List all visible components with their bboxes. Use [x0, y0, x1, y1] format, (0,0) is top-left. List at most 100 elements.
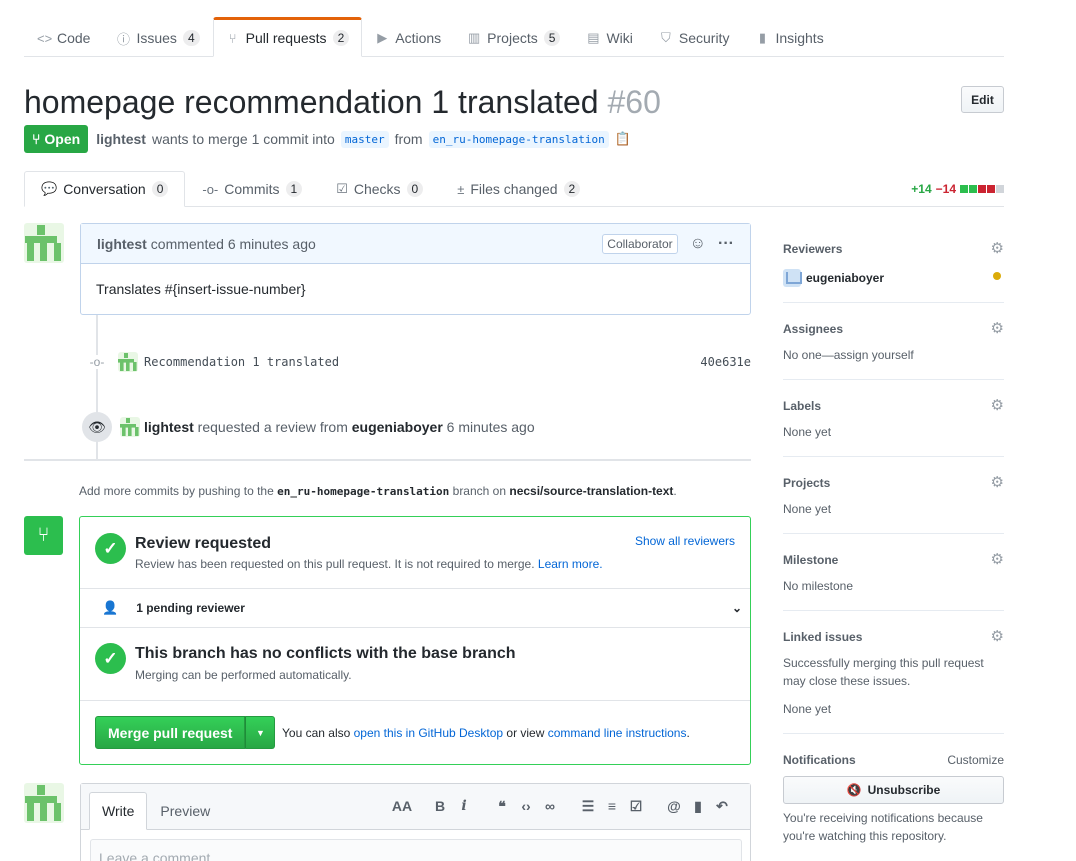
bookmark-icon[interactable]: ▮: [686, 798, 710, 815]
tasklist-icon[interactable]: ☑: [624, 798, 648, 815]
tab-label: Wiki: [606, 30, 633, 46]
comment-author[interactable]: lightest: [97, 236, 147, 252]
milestone-text: No milestone: [783, 579, 854, 593]
chevron-down-icon[interactable]: ⌄: [732, 601, 742, 615]
reviewers-heading[interactable]: Reviewers: [783, 242, 842, 256]
tab-pull-requests[interactable]: ⑂ Pull requests 2: [212, 17, 363, 57]
quote-icon[interactable]: ❝: [490, 798, 514, 815]
pr-meta: ⑂ Open lightest wants to merge 1 commit i…: [24, 125, 631, 153]
gear-icon[interactable]: ⚙: [991, 550, 1004, 568]
tab-counter: 2: [563, 181, 581, 197]
tab-insights[interactable]: ▮ Insights: [742, 17, 836, 57]
avatar[interactable]: [24, 223, 64, 263]
tab-label: Code: [57, 30, 91, 46]
commit-row: -o- Recommendation 1 translated 40e631e: [88, 352, 751, 372]
assignees-heading[interactable]: Assignees: [783, 322, 843, 336]
edit-button[interactable]: Edit: [961, 86, 1004, 113]
text-size-icon[interactable]: AA: [390, 798, 414, 815]
event-reviewer[interactable]: eugeniaboyer: [352, 419, 443, 435]
github-desktop-link[interactable]: open this in GitHub Desktop: [354, 726, 503, 740]
customize-link[interactable]: Customize: [947, 753, 1004, 767]
sidebar-projects: Projects ⚙ None yet: [783, 457, 1004, 534]
pr-tabs: 💬 Conversation 0 -o- Commits 1 ☑ Checks 0 ± Files …: [24, 171, 1004, 207]
milestone-heading[interactable]: Milestone: [783, 553, 838, 567]
tab-checks[interactable]: ☑ Checks 0: [319, 171, 440, 207]
tab-conversation[interactable]: 💬 Conversation 0: [24, 171, 186, 207]
reply-icon[interactable]: ↶: [710, 798, 734, 815]
link-icon[interactable]: ∞: [538, 798, 562, 815]
shield-icon: ⛉: [660, 30, 671, 45]
learn-more-link[interactable]: Learn more.: [538, 557, 603, 571]
projects-heading[interactable]: Projects: [783, 476, 830, 490]
pending-reviewers-row[interactable]: 👤 1 pending reviewer ⌄: [80, 589, 750, 628]
tab-files-changed[interactable]: ± Files changed 2: [440, 171, 597, 207]
merge-pull-request-button[interactable]: Merge pull request: [95, 716, 246, 749]
head-branch[interactable]: en_ru-homepage-translation: [428, 130, 609, 148]
smiley-icon[interactable]: ☺: [690, 235, 706, 253]
pull-request-icon: ⑂: [228, 30, 237, 46]
assignees-text[interactable]: No one—assign yourself: [783, 348, 914, 362]
pending-reviewers[interactable]: 👤 1 pending reviewer ⌄: [102, 589, 742, 627]
tab-projects[interactable]: ▥ Projects 5: [454, 17, 573, 57]
commit-message[interactable]: Recommendation 1 translated: [144, 355, 339, 369]
event-time[interactable]: 6 minutes ago: [447, 419, 535, 435]
bold-icon[interactable]: B: [428, 798, 452, 815]
checklist-icon: ☑: [336, 181, 348, 196]
tab-write[interactable]: Write: [89, 792, 148, 830]
avatar[interactable]: [120, 417, 140, 437]
kebab-horizontal-icon[interactable]: ···: [718, 235, 734, 253]
comment-box: lightest commented 6 minutes ago Collabo…: [80, 223, 751, 315]
eye-icon: 👁: [82, 412, 112, 442]
gear-icon[interactable]: ⚙: [991, 627, 1004, 645]
tab-commits[interactable]: -o- Commits 1: [185, 171, 319, 207]
tab-label: Files changed: [470, 181, 558, 197]
list-unordered-icon[interactable]: ☰: [576, 798, 600, 815]
check-icon: ✓: [95, 533, 126, 564]
linked-issues-heading[interactable]: Linked issues: [783, 630, 862, 644]
play-icon: ▶: [377, 30, 388, 45]
unsubscribe-button[interactable]: 🔇 Unsubscribe: [783, 776, 1004, 804]
sidebar-labels: Labels ⚙ None yet: [783, 380, 1004, 457]
merge-box: ✓ Review requested Review has been reque…: [79, 516, 751, 765]
avatar[interactable]: [24, 783, 64, 823]
git-merge-icon: ⑂: [24, 516, 63, 555]
gear-icon[interactable]: ⚙: [991, 239, 1004, 257]
gear-icon[interactable]: ⚙: [991, 319, 1004, 337]
conflict-subtitle: Merging can be performed automatically.: [135, 668, 352, 682]
command-line-link[interactable]: command line instructions: [548, 726, 687, 740]
code-icon[interactable]: ‹›: [514, 798, 538, 815]
commit-sha[interactable]: 40e631e: [700, 355, 751, 369]
comment-time[interactable]: commented 6 minutes ago: [151, 236, 316, 252]
gear-icon[interactable]: ⚙: [991, 473, 1004, 491]
merge-note-period: .: [686, 726, 690, 740]
tab-issues[interactable]: ⓘ Issues 4: [103, 17, 212, 57]
comment-textarea[interactable]: Leave a comment: [90, 839, 742, 861]
conflict-title: This branch has no conflicts with the ba…: [135, 645, 516, 662]
reviewer-name[interactable]: eugeniaboyer: [806, 271, 884, 285]
avatar[interactable]: [118, 352, 138, 372]
diffstat: +14 −14: [911, 182, 1004, 196]
tab-code[interactable]: <> Code: [24, 17, 103, 57]
tab-label: Conversation: [63, 181, 146, 197]
labels-heading[interactable]: Labels: [783, 399, 821, 413]
diff-deletions: −14: [935, 182, 956, 196]
merge-note-text: You can also: [282, 726, 351, 740]
tab-counter: 5: [543, 30, 561, 46]
book-icon: ▤: [587, 30, 600, 45]
triangle-down-icon[interactable]: ▼: [245, 716, 276, 749]
list-ordered-icon[interactable]: ≡: [600, 798, 624, 815]
reviewer-item[interactable]: eugeniaboyer: [783, 269, 884, 287]
tab-actions[interactable]: ▶ Actions: [362, 17, 454, 57]
gear-icon[interactable]: ⚙: [991, 396, 1004, 414]
base-branch[interactable]: master: [340, 130, 389, 148]
show-all-reviewers-link[interactable]: Show all reviewers: [635, 534, 735, 548]
italic-icon[interactable]: i: [452, 798, 476, 815]
sidebar-assignees: Assignees ⚙ No one—assign yourself: [783, 303, 1004, 380]
tab-preview[interactable]: Preview: [147, 792, 223, 830]
mention-icon[interactable]: @: [662, 798, 686, 815]
clipboard-icon[interactable]: 📋: [615, 131, 631, 147]
pr-author-link[interactable]: lightest: [96, 131, 146, 147]
event-actor[interactable]: lightest: [144, 419, 194, 435]
tab-wiki[interactable]: ▤ Wiki: [573, 17, 645, 57]
tab-security[interactable]: ⛉ Security: [646, 17, 743, 57]
